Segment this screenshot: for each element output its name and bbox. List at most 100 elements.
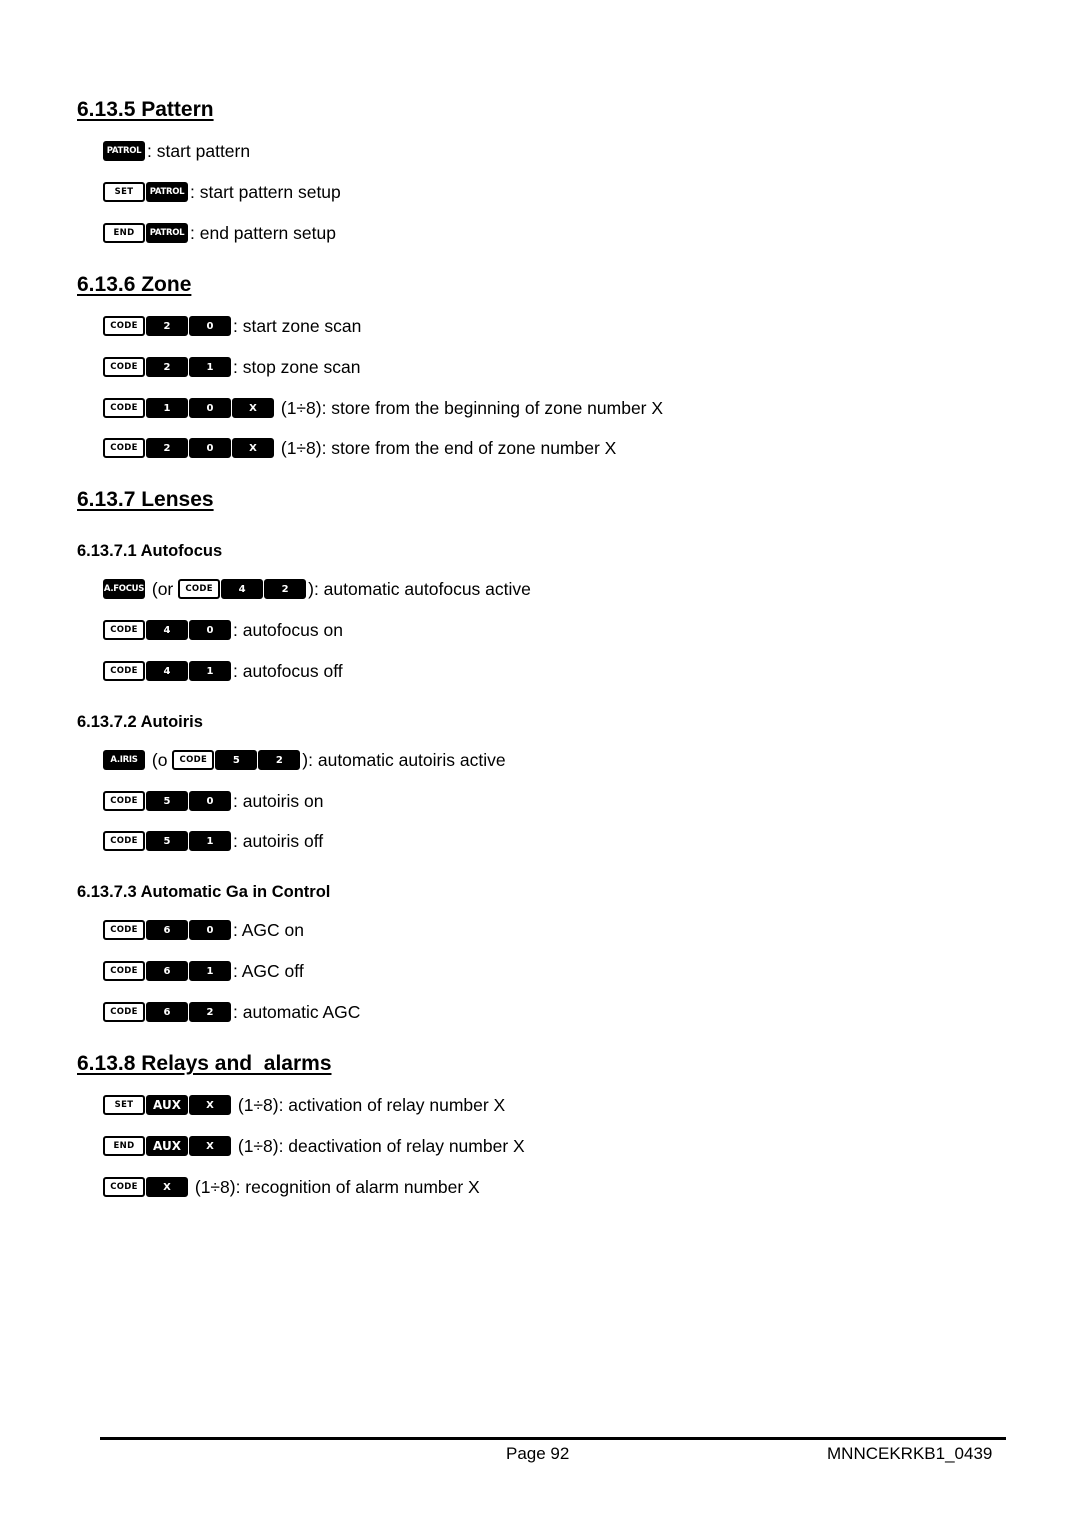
pattern-row-setup: SET PATROL: start pattern setup: [103, 181, 341, 203]
key-patrol-icon: PATROL: [103, 141, 145, 161]
key-6-icon: 6: [146, 961, 188, 981]
key-set-icon: SET: [103, 1095, 145, 1115]
key-aux-icon: AUX: [146, 1136, 188, 1156]
command-description: : autoiris off: [233, 830, 324, 851]
command-description: (1÷8): recognition of alarm number X: [190, 1176, 480, 1197]
relays-row-activation: SET AUX X (1÷8): activation of relay numbe…: [103, 1094, 505, 1116]
agc-row-on: CODE 6 0: AGC on: [103, 919, 304, 941]
key-1-icon: 1: [146, 398, 188, 418]
footer-rule: [100, 1437, 1006, 1440]
key-4-icon: 4: [146, 661, 188, 681]
key-0-icon: 0: [189, 920, 231, 940]
agc-row-off: CODE 6 1: AGC off: [103, 960, 304, 982]
key-4-icon: 4: [221, 579, 264, 599]
key-x-icon: X: [232, 438, 274, 458]
key-end-icon: END: [103, 223, 145, 243]
key-code-icon: CODE: [103, 961, 145, 981]
key-2-icon: 2: [146, 316, 188, 336]
key-2-icon: 2: [258, 750, 301, 770]
command-description: (1÷8): deactivation of relay number X: [233, 1135, 525, 1156]
subsection-heading-autofocus: 6.13.7.1 Autofocus: [77, 542, 223, 560]
section-heading-lenses: 6.13.7 Lenses: [77, 488, 214, 511]
key-code-icon: CODE: [103, 357, 145, 377]
zone-row-stop-scan: CODE 2 1: stop zone scan: [103, 356, 360, 378]
command-description: : start pattern setup: [190, 181, 341, 202]
command-description: ): automatic autofocus active: [308, 578, 531, 599]
pattern-row-end-setup: END PATROL: end pattern setup: [103, 222, 336, 244]
subsection-heading-agc: 6.13.7.3 Automatic Ga in Control: [77, 883, 331, 901]
key-2-icon: 2: [264, 579, 307, 599]
key-patrol-icon: PATROL: [146, 223, 188, 243]
key-1-icon: 1: [189, 961, 231, 981]
autoiris-row-on: CODE 5 0: autoiris on: [103, 790, 323, 812]
key-code-icon: CODE: [103, 316, 145, 336]
key-2-icon: 2: [146, 357, 188, 377]
key-0-icon: 0: [189, 398, 231, 418]
command-description: : autofocus off: [233, 660, 343, 681]
key-2-icon: 2: [146, 438, 188, 458]
key-aux-icon: AUX: [146, 1095, 188, 1115]
command-description: : AGC on: [233, 919, 305, 940]
section-heading-relays: 6.13.8 Relays and alarms: [77, 1052, 332, 1075]
key-code-icon: CODE: [103, 620, 145, 640]
zone-row-start-scan: CODE 2 0: start zone scan: [103, 315, 361, 337]
key-code-icon: CODE: [103, 920, 145, 940]
key-patrol-icon: PATROL: [146, 182, 188, 202]
key-code-icon: CODE: [103, 831, 145, 851]
command-description: (1÷8): activation of relay number X: [233, 1094, 506, 1115]
autofocus-row-off: CODE 4 1: autofocus off: [103, 660, 343, 682]
autofocus-row-on: CODE 4 0: autofocus on: [103, 619, 343, 641]
key-6-icon: 6: [146, 920, 188, 940]
key-code-icon: CODE: [103, 438, 145, 458]
footer-page-number: Page 92: [506, 1444, 570, 1463]
key-code-icon: CODE: [103, 1177, 145, 1197]
command-description: : end pattern setup: [190, 222, 336, 243]
key-code-icon: CODE: [103, 791, 145, 811]
autofocus-row-active: A.FOCUS (or CODE 4 2): automatic autofocus…: [103, 578, 531, 600]
key-5-icon: 5: [146, 791, 188, 811]
zone-row-store-end: CODE 2 0 X (1÷8): store from the end of zon…: [103, 437, 616, 459]
key-x-icon: X: [232, 398, 274, 418]
alt-prefix-text: (or: [147, 578, 179, 599]
key-0-icon: 0: [189, 438, 231, 458]
key-set-icon: SET: [103, 182, 145, 202]
command-description: : autoiris on: [233, 790, 324, 811]
key-2-icon: 2: [189, 1002, 231, 1022]
command-description: : start pattern: [147, 140, 251, 161]
relays-row-alarm-recognition: CODE X (1÷8): recognition of alarm number…: [103, 1176, 480, 1198]
section-heading-pattern: 6.13.5 Pattern: [77, 98, 214, 121]
key-1-icon: 1: [189, 661, 231, 681]
pattern-row-start: PATROL: start pattern: [103, 140, 250, 162]
command-description: : start zone scan: [233, 315, 362, 336]
key-a-focus-icon: A.FOCUS: [103, 579, 145, 599]
command-description: (1÷8): store from the beginning of zone …: [276, 397, 664, 418]
command-description: ): automatic autoiris active: [302, 749, 506, 770]
key-x-icon: X: [189, 1136, 231, 1156]
key-4-icon: 4: [146, 620, 188, 640]
key-a-iris-icon: A.IRIS: [103, 750, 145, 770]
key-0-icon: 0: [189, 620, 231, 640]
command-description: : stop zone scan: [233, 356, 361, 377]
zone-row-store-beginning: CODE 1 0 X (1÷8): store from the beginning …: [103, 397, 663, 419]
key-code-icon: CODE: [178, 579, 221, 599]
footer-document-code: MNNCEKRKB1_0439: [827, 1444, 993, 1463]
command-description: (1÷8): store from the end of zone number…: [276, 437, 617, 458]
key-0-icon: 0: [189, 316, 231, 336]
section-heading-zone: 6.13.6 Zone: [77, 273, 192, 296]
key-1-icon: 1: [189, 831, 231, 851]
key-code-icon: CODE: [103, 661, 145, 681]
key-6-icon: 6: [146, 1002, 188, 1022]
key-x-icon: X: [146, 1177, 188, 1197]
key-5-icon: 5: [215, 750, 258, 770]
command-description: : automatic AGC: [233, 1001, 361, 1022]
key-1-icon: 1: [189, 357, 231, 377]
autoiris-row-active: A.IRIS (o CODE 5 2): automatic autoiris ac…: [103, 749, 506, 771]
key-code-icon: CODE: [172, 750, 215, 770]
key-x-icon: X: [189, 1095, 231, 1115]
key-end-icon: END: [103, 1136, 145, 1156]
key-code-icon: CODE: [103, 1002, 145, 1022]
key-0-icon: 0: [189, 791, 231, 811]
agc-row-automatic: CODE 6 2: automatic AGC: [103, 1001, 360, 1023]
subsection-heading-autoiris: 6.13.7.2 Autoiris: [77, 713, 203, 731]
key-code-icon: CODE: [103, 398, 145, 418]
